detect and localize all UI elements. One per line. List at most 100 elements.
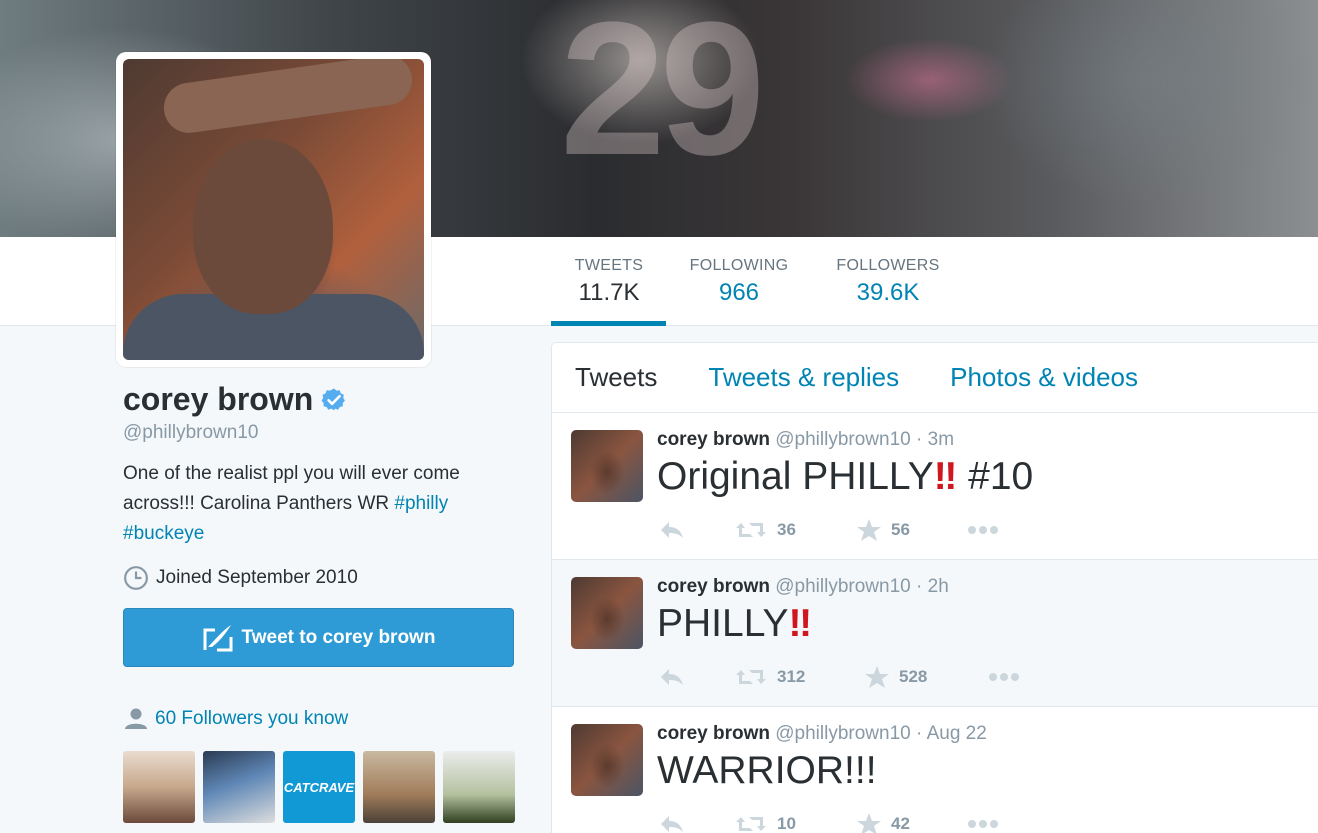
more-button[interactable]: [967, 525, 1009, 535]
follower-thumb[interactable]: [203, 751, 275, 823]
tweet-header: corey brown @phillybrown10 · 3m: [657, 429, 954, 451]
reply-button[interactable]: [659, 520, 735, 540]
more-icon: [989, 673, 1019, 681]
tweet-avatar[interactable]: [571, 430, 643, 502]
favorite-button[interactable]: 42: [857, 813, 967, 833]
verified-badge-icon: [321, 388, 346, 410]
follower-thumb[interactable]: [123, 751, 195, 823]
retweet-button[interactable]: 36: [735, 520, 857, 540]
profile-name-row: corey brown: [123, 381, 347, 418]
star-icon: [857, 519, 881, 541]
catcrave-logo: CATCRAVE: [283, 779, 355, 795]
tweet-text: WARRIOR!!!: [657, 749, 877, 793]
retweet-count: 10: [777, 814, 796, 833]
stat-followers-value: 39.6K: [856, 279, 920, 306]
stat-tweets-value: 11.7K: [578, 279, 640, 306]
avatar-arm: [160, 59, 416, 137]
tweet-text-main: PHILLY: [657, 602, 789, 645]
tweet-author-name[interactable]: corey brown: [657, 576, 770, 597]
bio-hashtag-philly[interactable]: #philly: [394, 493, 448, 514]
favorite-button[interactable]: 528: [865, 666, 988, 688]
clock-icon: [124, 566, 148, 590]
tweet-timestamp[interactable]: · 3m: [916, 429, 954, 450]
bio-hashtag-buckeye[interactable]: #buckeye: [123, 523, 204, 544]
stat-followers[interactable]: FOLLOWERS 39.6K: [832, 257, 944, 307]
tweet-item[interactable]: corey brown @phillybrown10 · 3m Original…: [552, 413, 1318, 560]
star-icon: [865, 666, 889, 688]
tweet-timestamp[interactable]: · 2h: [916, 576, 949, 597]
banner-jersey-number: 29: [560, 0, 765, 195]
active-stat-indicator: [551, 321, 666, 326]
more-button[interactable]: [988, 672, 1030, 682]
tweet-text-main: Original PHILLY: [657, 455, 934, 498]
star-icon: [857, 813, 881, 833]
retweet-icon: [736, 817, 766, 831]
reply-icon: [661, 522, 683, 538]
retweet-count: 312: [777, 667, 806, 686]
stat-following[interactable]: FOLLOWING 966: [686, 257, 792, 307]
reply-icon: [661, 669, 683, 685]
more-button[interactable]: [967, 819, 1009, 829]
stat-tweets-label: TWEETS: [574, 257, 644, 274]
stat-following-value: 966: [718, 279, 760, 306]
followers-you-know-link[interactable]: 60 Followers you know: [123, 708, 348, 730]
favorite-button[interactable]: 56: [857, 519, 967, 541]
follower-thumb[interactable]: [443, 751, 515, 823]
tweet-avatar[interactable]: [571, 724, 643, 796]
stat-following-label: FOLLOWING: [689, 257, 789, 274]
joined-date: Joined September 2010: [156, 567, 358, 588]
tweet-text: Original PHILLY‼ #10: [657, 455, 1033, 499]
tweet-author-handle[interactable]: @phillybrown10: [775, 429, 910, 450]
tweet-item[interactable]: corey brown @phillybrown10 · Aug 22 WARR…: [552, 707, 1318, 833]
tweet-text: PHILLY‼: [657, 602, 812, 646]
tab-tweets-replies[interactable]: Tweets & replies: [708, 362, 899, 393]
retweet-icon: [736, 523, 766, 537]
tweet-header: corey brown @phillybrown10 · Aug 22: [657, 723, 987, 745]
followers-you-know-label: 60 Followers you know: [155, 708, 349, 729]
tweet-actions: 312 528: [659, 666, 1030, 688]
stat-tweets[interactable]: TWEETS 11.7K: [566, 257, 652, 307]
tweet-item[interactable]: corey brown @phillybrown10 · 2h PHILLY‼ …: [552, 560, 1318, 707]
tab-photos-videos[interactable]: Photos & videos: [950, 362, 1138, 393]
tweet-author-handle[interactable]: @phillybrown10: [775, 723, 910, 744]
profile-avatar[interactable]: [116, 52, 431, 367]
favorite-count: 56: [891, 520, 910, 539]
profile-bio: One of the realist ppl you will ever com…: [123, 459, 523, 549]
tweet-to-button[interactable]: Tweet to corey brown: [123, 608, 514, 667]
reply-button[interactable]: [659, 814, 735, 833]
follower-thumbnails: CATCRAVE: [123, 751, 515, 823]
favorite-count: 528: [899, 667, 928, 686]
profile-name[interactable]: corey brown: [123, 381, 313, 418]
retweet-button[interactable]: 10: [735, 814, 857, 833]
tab-tweets[interactable]: Tweets: [575, 362, 657, 393]
reply-icon: [661, 816, 683, 832]
tweet-timestamp[interactable]: · Aug 22: [916, 723, 987, 744]
more-icon: [968, 820, 998, 828]
stat-followers-label: FOLLOWERS: [836, 257, 940, 274]
compose-quill-icon: [203, 624, 233, 651]
tweet-actions: 36 56: [659, 519, 1009, 541]
follower-thumb[interactable]: CATCRAVE: [283, 751, 355, 823]
tweet-text-main: WARRIOR!!!: [657, 749, 877, 792]
tweet-author-handle[interactable]: @phillybrown10: [775, 576, 910, 597]
reply-button[interactable]: [659, 667, 735, 687]
favorite-count: 42: [891, 814, 910, 833]
tweet-avatar[interactable]: [571, 577, 643, 649]
avatar-face: [193, 139, 333, 314]
double-exclamation-emoji: ‼: [933, 455, 958, 498]
retweet-icon: [736, 670, 766, 684]
follower-thumb[interactable]: [363, 751, 435, 823]
tweet-author-name[interactable]: corey brown: [657, 429, 770, 450]
tweet-to-label: Tweet to corey brown: [241, 626, 436, 648]
retweet-button[interactable]: 312: [735, 667, 865, 687]
profile-joined: Joined September 2010: [123, 565, 358, 591]
tweet-author-name[interactable]: corey brown: [657, 723, 770, 744]
more-icon: [968, 526, 998, 534]
profile-handle[interactable]: @phillybrown10: [123, 422, 258, 444]
tweet-header: corey brown @phillybrown10 · 2h: [657, 576, 949, 598]
avatar-photo: [123, 59, 424, 360]
tweet-actions: 10 42: [659, 813, 1009, 833]
retweet-count: 36: [777, 520, 796, 539]
timeline-tabs: Tweets Tweets & replies Photos & videos: [552, 343, 1318, 413]
timeline: Tweets Tweets & replies Photos & videos …: [551, 342, 1318, 833]
